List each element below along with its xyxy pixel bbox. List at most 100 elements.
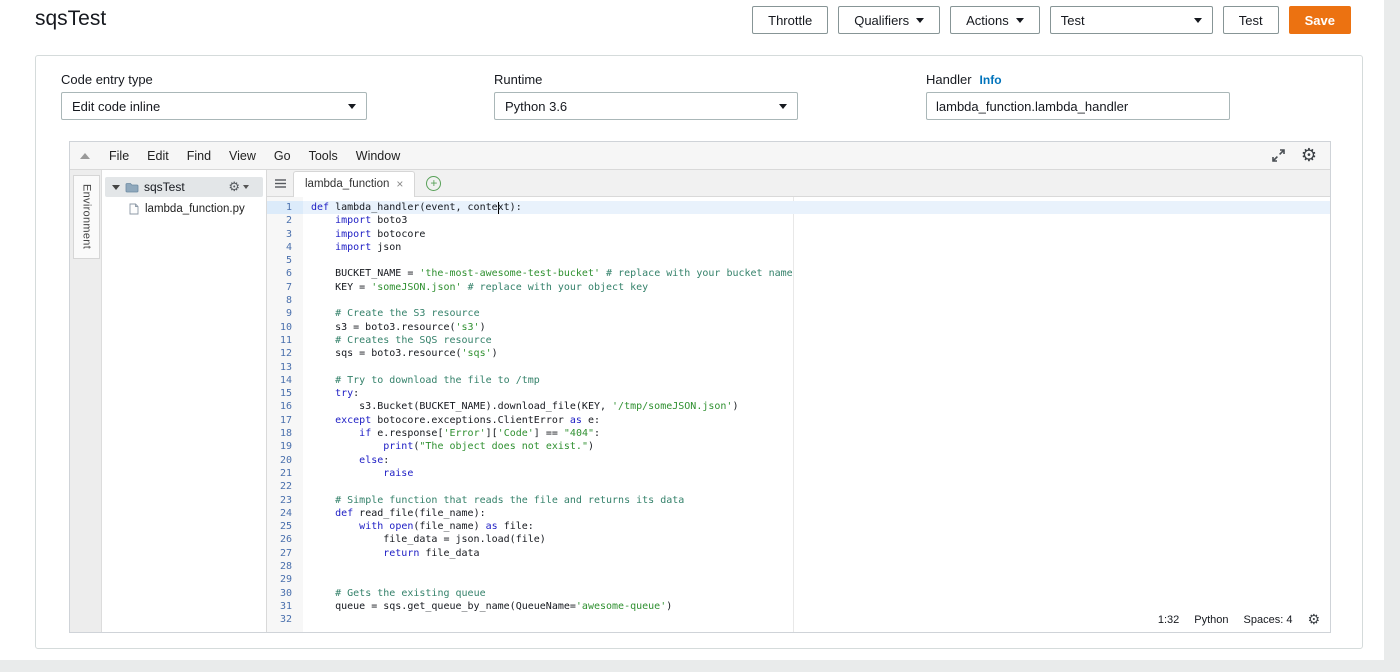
code-line[interactable]: if e.response['Error']['Code'] == "404": [303,427,1330,440]
menu-item-view[interactable]: View [220,149,265,163]
menu-item-window[interactable]: Window [347,149,409,163]
qualifiers-button[interactable]: Qualifiers [838,6,940,34]
line-number[interactable]: 29 [267,573,303,586]
code-line[interactable]: def lambda_handler(event, context): [303,201,1330,214]
new-tab-button[interactable]: + [426,176,441,191]
code-line[interactable] [303,560,1330,573]
line-number[interactable]: 23 [267,494,303,507]
tree-settings-button[interactable]: ⚙ [228,181,249,194]
tab-list-button[interactable] [267,178,293,189]
line-number[interactable]: 21 [267,467,303,480]
menu-item-file[interactable]: File [100,149,138,163]
cursor-position-status[interactable]: 1:32 [1158,614,1179,626]
line-number[interactable]: 7 [267,281,303,294]
code-line[interactable] [303,361,1330,374]
throttle-button-label: Throttle [768,13,812,28]
line-number[interactable]: 5 [267,254,303,267]
code-line[interactable]: file_data = json.load(file) [303,533,1330,546]
code-line[interactable] [303,480,1330,493]
code-line[interactable]: try: [303,387,1330,400]
code-line[interactable]: KEY = 'someJSON.json' # replace with you… [303,281,1330,294]
code-line[interactable]: s3 = boto3.resource('s3') [303,321,1330,334]
statusbar-gear-icon[interactable]: ⚙ [1307,613,1320,627]
line-number[interactable]: 15 [267,387,303,400]
line-number[interactable]: 18 [267,427,303,440]
code-entry-type-select[interactable]: Edit code inline [61,92,367,120]
test-button[interactable]: Test [1223,6,1279,34]
code-line[interactable]: raise [303,467,1330,480]
line-number[interactable]: 9 [267,307,303,320]
line-number[interactable]: 13 [267,361,303,374]
line-number[interactable]: 20 [267,454,303,467]
code-line[interactable]: except botocore.exceptions.ClientError a… [303,414,1330,427]
handler-input[interactable] [926,92,1230,120]
code-line[interactable]: import json [303,241,1330,254]
code-line[interactable]: s3.Bucket(BUCKET_NAME).download_file(KEY… [303,400,1330,413]
line-number[interactable]: 6 [267,267,303,280]
line-number[interactable]: 11 [267,334,303,347]
throttle-button[interactable]: Throttle [752,6,828,34]
handler-info-link[interactable]: Info [980,73,1002,87]
line-number[interactable]: 4 [267,241,303,254]
line-number[interactable]: 12 [267,347,303,360]
line-number[interactable]: 28 [267,560,303,573]
line-number[interactable]: 1 [267,201,303,214]
tab-lambda-function[interactable]: lambda_function × [293,171,415,197]
code-line[interactable] [303,294,1330,307]
environment-tab[interactable]: Environment [73,175,100,259]
line-number[interactable]: 2 [267,214,303,227]
line-number[interactable]: 14 [267,374,303,387]
menu-item-find[interactable]: Find [178,149,220,163]
actions-button[interactable]: Actions [950,6,1040,34]
code-line[interactable]: BUCKET_NAME = 'the-most-awesome-test-buc… [303,267,1330,280]
code-line[interactable]: sqs = boto3.resource('sqs') [303,347,1330,360]
code-line[interactable]: # Creates the SQS resource [303,334,1330,347]
test-event-select[interactable]: Test [1050,6,1213,34]
line-number[interactable]: 31 [267,600,303,613]
line-number[interactable]: 30 [267,587,303,600]
editor-settings-gear-icon[interactable]: ⚙ [1301,147,1317,165]
collapse-menubar-button[interactable] [70,153,100,159]
line-number[interactable]: 22 [267,480,303,493]
menu-item-go[interactable]: Go [265,149,300,163]
line-number[interactable]: 27 [267,547,303,560]
code-line[interactable]: with open(file_name) as file: [303,520,1330,533]
indentation-status[interactable]: Spaces: 4 [1244,614,1293,626]
line-number[interactable]: 24 [267,507,303,520]
code-line[interactable]: # Gets the existing queue [303,587,1330,600]
line-number[interactable]: 19 [267,440,303,453]
code-line[interactable] [303,573,1330,586]
code-line[interactable]: # Create the S3 resource [303,307,1330,320]
language-mode-status[interactable]: Python [1194,614,1228,626]
line-number[interactable]: 8 [267,294,303,307]
code-line[interactable] [303,254,1330,267]
code-area[interactable]: def lambda_handler(event, context): impo… [303,197,1330,632]
code-line[interactable]: print("The object does not exist.") [303,440,1330,453]
menu-item-tools[interactable]: Tools [300,149,347,163]
code-line[interactable]: # Try to download the file to /tmp [303,374,1330,387]
save-button-label: Save [1305,13,1335,28]
code-line[interactable]: import botocore [303,228,1330,241]
menu-item-edit[interactable]: Edit [138,149,178,163]
runtime-select[interactable]: Python 3.6 [494,92,798,120]
line-number[interactable]: 26 [267,533,303,546]
code-line[interactable]: import boto3 [303,214,1330,227]
save-button[interactable]: Save [1289,6,1351,34]
tree-folder-row[interactable]: sqsTest ⚙ [105,177,263,197]
code-line[interactable]: else: [303,454,1330,467]
code-line[interactable]: # Simple function that reads the file an… [303,494,1330,507]
tree-file-row[interactable]: lambda_function.py [102,199,266,218]
code-line[interactable]: return file_data [303,547,1330,560]
code-line[interactable]: def read_file(file_name): [303,507,1330,520]
line-number[interactable]: 16 [267,400,303,413]
runtime-label: Runtime [494,72,542,87]
fullscreen-button[interactable] [1271,148,1286,163]
line-number[interactable]: 17 [267,414,303,427]
line-number[interactable]: 32 [267,613,303,626]
file-tree-panel: sqsTest ⚙ lambda_function.py [102,170,267,632]
line-number[interactable]: 3 [267,228,303,241]
tab-close-icon[interactable]: × [389,177,410,191]
header-actions: Throttle Qualifiers Actions Test Test Sa… [752,6,1351,34]
line-number[interactable]: 25 [267,520,303,533]
line-number[interactable]: 10 [267,321,303,334]
